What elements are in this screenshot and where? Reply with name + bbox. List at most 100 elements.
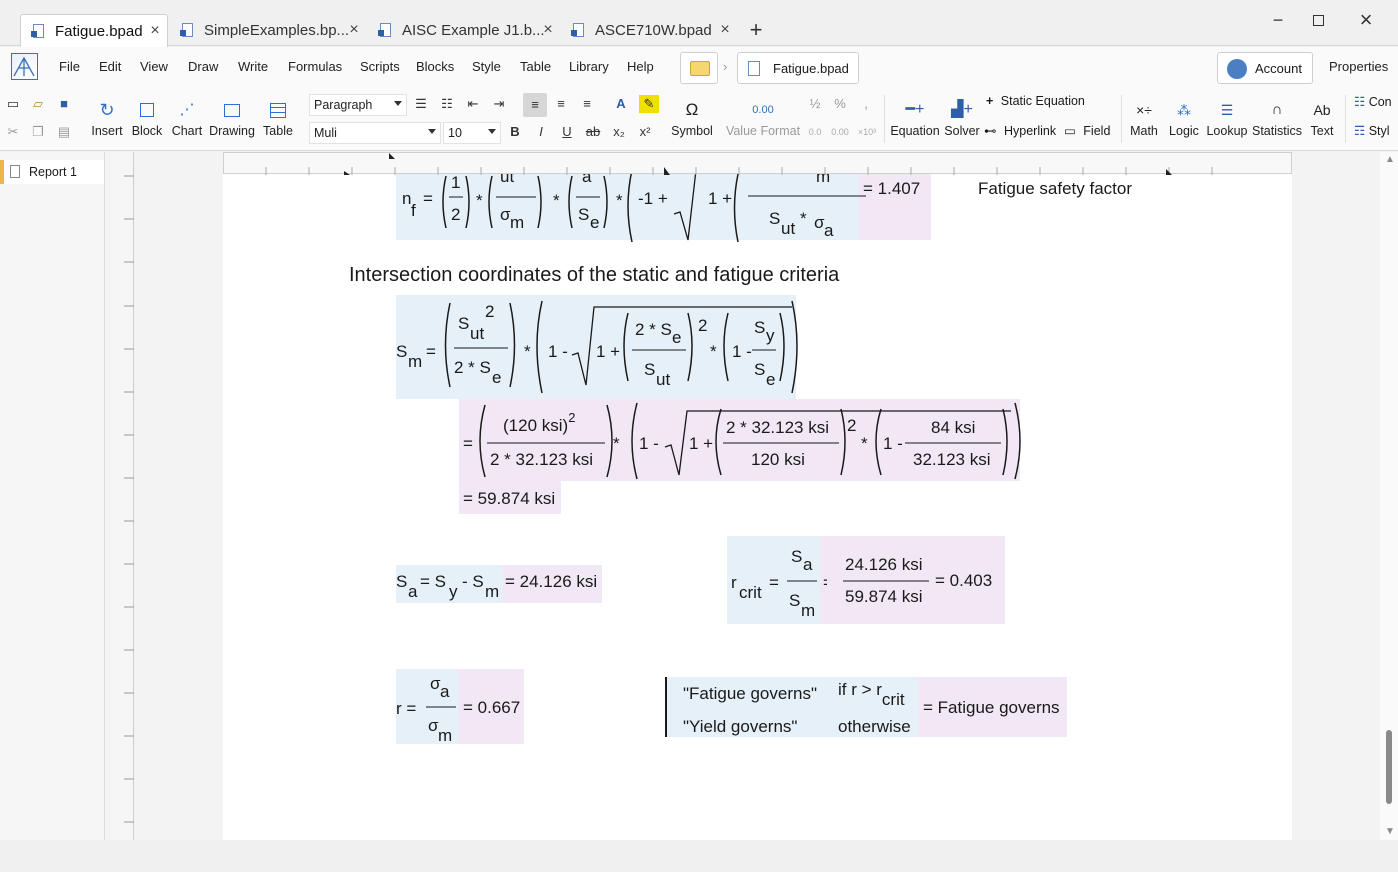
value-format-button[interactable]: 0.00 Value Format (722, 99, 804, 138)
r-formula-drawing: r = σa σm (396, 674, 456, 745)
text-icon: Ab (1313, 102, 1331, 118)
block-icon (135, 99, 159, 121)
paragraph-style-select[interactable]: Paragraph (309, 94, 407, 116)
value-format-label: Value Format (725, 124, 801, 138)
insert-button[interactable]: ↻ Insert (88, 99, 126, 138)
close-icon[interactable]: × (147, 23, 163, 39)
tab-fatigue[interactable]: Fatigue.bpad × (20, 14, 168, 47)
cut-icon[interactable]: ✂ (4, 123, 22, 141)
menu-draw[interactable]: Draw (188, 59, 218, 74)
svg-text:2: 2 (451, 205, 460, 224)
logic-button[interactable]: ⁂ Logic (1166, 99, 1202, 138)
new-tab-icon[interactable]: + (744, 18, 768, 42)
account-button[interactable]: Account (1217, 52, 1313, 84)
font-value: Muli (314, 126, 337, 140)
close-icon[interactable]: × (346, 22, 362, 38)
underline-icon[interactable]: U (558, 123, 576, 141)
svg-text:=: = (423, 189, 433, 208)
statistics-button[interactable]: ∩ Statistics (1250, 99, 1304, 138)
tab-label: AISC Example J1.b... (402, 21, 545, 39)
scrollbar-thumb[interactable] (1386, 730, 1392, 804)
solver-button[interactable]: ▟+ Solver (943, 99, 981, 138)
report-item[interactable]: Report 1 (0, 160, 104, 184)
bullet-list-icon[interactable]: ☰ (412, 95, 430, 113)
tab-simpleexamples[interactable]: SimpleExamples.bp... × (170, 14, 366, 46)
menu-scripts[interactable]: Scripts (360, 59, 400, 74)
app-logo-icon[interactable] (11, 53, 38, 80)
svg-text:S: S (396, 572, 407, 591)
align-center-icon[interactable]: ≡ (552, 95, 570, 113)
save-icon[interactable]: ■ (55, 95, 73, 113)
drawing-button[interactable]: Drawing (207, 99, 257, 138)
symbol-button[interactable]: Ω Symbol (670, 99, 714, 138)
align-left-icon[interactable]: ≡ (523, 93, 547, 117)
breadcrumb-file-button[interactable]: Fatigue.bpad (737, 52, 859, 84)
highlight-icon[interactable]: ✎ (639, 95, 659, 113)
open-folder-button[interactable] (680, 52, 718, 84)
bold-icon[interactable]: B (506, 123, 524, 141)
percent-icon[interactable]: % (831, 95, 849, 113)
tab-aisc-example[interactable]: AISC Example J1.b... × (368, 14, 560, 46)
increase-decimal-icon[interactable]: 0.00 (829, 123, 851, 141)
fraction-icon[interactable]: ½ (806, 95, 824, 113)
menu-library[interactable]: Library (569, 59, 609, 74)
svg-text:2: 2 (698, 316, 707, 335)
document-page[interactable]: nf= 12 * utσm * aSe * -1 + 1 + mc Sut*σa… (223, 152, 1292, 840)
font-select[interactable]: Muli (309, 122, 441, 144)
equation-button[interactable]: ━+ Equation (889, 99, 941, 138)
new-file-icon[interactable]: ▭ (4, 95, 22, 113)
vertical-scrollbar[interactable]: ▲ ▼ (1380, 152, 1398, 840)
close-window-icon[interactable]: × (1354, 8, 1378, 32)
menu-formulas[interactable]: Formulas (288, 59, 342, 74)
table-button[interactable]: Table (260, 99, 296, 138)
hyperlink-button[interactable]: ⊷ Hyperlink (984, 123, 1056, 138)
tab-asce710w[interactable]: ASCE710W.bpad × (561, 14, 737, 46)
menu-style[interactable]: Style (472, 59, 501, 74)
menu-blocks[interactable]: Blocks (416, 59, 454, 74)
numbered-list-icon[interactable]: ☷ (438, 95, 456, 113)
math-button[interactable]: ×÷ Math (1126, 99, 1162, 138)
scientific-icon[interactable]: ×10³ (855, 123, 879, 141)
decrease-decimal-icon[interactable]: 0.0 (804, 123, 826, 141)
align-right-icon[interactable]: ≡ (578, 95, 596, 113)
field-button[interactable]: ▭ Field (1064, 123, 1110, 138)
properties-button[interactable]: Properties (1329, 59, 1388, 74)
close-icon[interactable]: × (717, 22, 733, 38)
static-equation-button[interactable]: + Static Equation (986, 94, 1085, 108)
menu-file[interactable]: File (59, 59, 80, 74)
svg-text:m: m (438, 726, 452, 745)
lookup-button[interactable]: ☰ Lookup (1205, 99, 1249, 138)
superscript-icon[interactable]: x² (636, 123, 654, 141)
thousands-separator-icon[interactable]: , (857, 95, 875, 113)
font-size-select[interactable]: 10 (443, 122, 501, 144)
outdent-icon[interactable]: ⇤ (464, 95, 482, 113)
copy-icon[interactable]: ❐ (29, 123, 47, 141)
strikethrough-icon[interactable]: ab (584, 123, 602, 141)
menu-view[interactable]: View (140, 59, 168, 74)
logic-label: Logic (1169, 124, 1199, 138)
svg-text:e: e (766, 370, 775, 389)
menu-table[interactable]: Table (520, 59, 551, 74)
scroll-down-icon[interactable]: ▼ (1385, 826, 1395, 837)
breadcrumb-file-label: Fatigue.bpad (773, 61, 849, 76)
font-color-icon[interactable]: A (612, 95, 630, 113)
static-equation-label: Static Equation (1000, 94, 1085, 108)
paste-icon[interactable]: ▤ (55, 123, 73, 141)
menu-help[interactable]: Help (627, 59, 654, 74)
indent-icon[interactable]: ⇥ (490, 95, 508, 113)
text-button[interactable]: Ab Text (1307, 99, 1337, 138)
open-file-icon[interactable]: ▱ (29, 95, 47, 113)
subscript-icon[interactable]: x₂ (610, 123, 628, 141)
close-icon[interactable]: × (540, 22, 556, 38)
insert-icon: ↻ (99, 100, 115, 120)
minimize-icon[interactable]: − (1266, 8, 1290, 32)
con-button[interactable]: ☷ Con (1354, 94, 1392, 109)
maximize-icon[interactable] (1306, 8, 1330, 32)
menu-write[interactable]: Write (238, 59, 268, 74)
block-button[interactable]: Block (128, 99, 166, 138)
scroll-up-icon[interactable]: ▲ (1385, 154, 1395, 165)
styl-button[interactable]: ☶ Styl (1354, 123, 1390, 138)
chart-button[interactable]: ⋰ Chart (168, 99, 206, 138)
italic-icon[interactable]: I (532, 123, 550, 141)
menu-edit[interactable]: Edit (99, 59, 121, 74)
